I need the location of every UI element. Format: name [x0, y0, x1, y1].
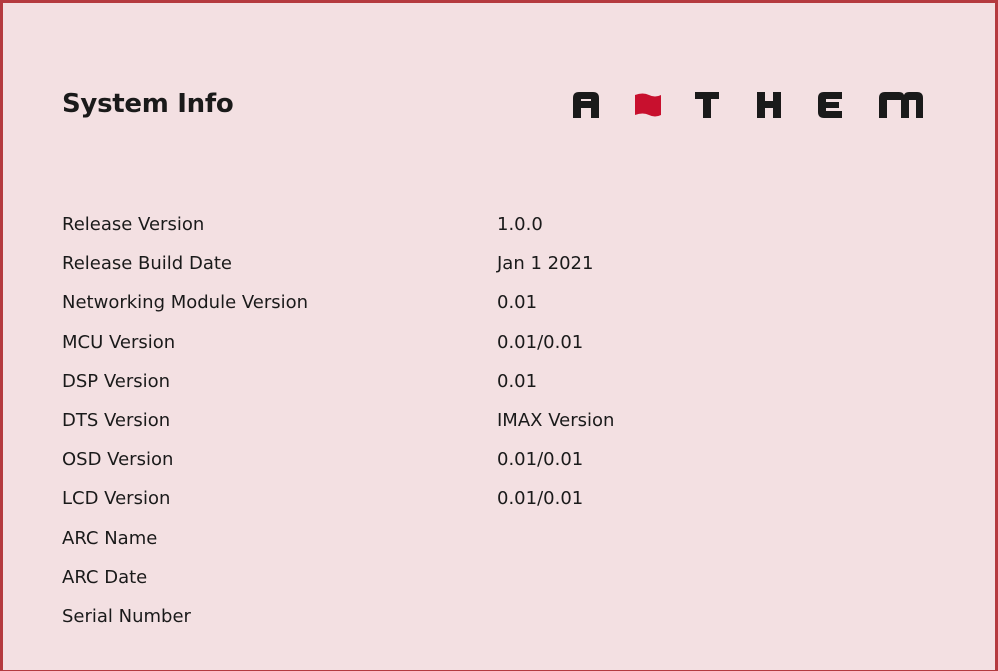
info-list: Release Version 1.0.0 Release Build Date… — [62, 205, 962, 636]
info-row-release-version: Release Version 1.0.0 — [62, 205, 962, 244]
info-row-dsp-version: DSP Version 0.01 — [62, 362, 962, 401]
info-row-serial-number: Serial Number — [62, 597, 962, 636]
info-row-networking-module-version: Networking Module Version 0.01 — [62, 283, 962, 322]
system-info-panel: System Info Release Version 1.0.0 Releas… — [0, 0, 998, 671]
info-row-lcd-version: LCD Version 0.01/0.01 — [62, 479, 962, 518]
page-title: System Info — [62, 89, 234, 119]
info-value: 0.01/0.01 — [497, 488, 584, 510]
info-label: DSP Version — [62, 370, 171, 392]
info-label: ARC Name — [62, 527, 158, 549]
info-label: Networking Module Version — [62, 292, 309, 314]
info-row-arc-date: ARC Date — [62, 558, 962, 597]
info-row-osd-version: OSD Version 0.01/0.01 — [62, 440, 962, 479]
info-label: Release Version — [62, 214, 205, 235]
info-value: IMAX Version — [497, 409, 615, 431]
info-value: Jan 1 2021 — [497, 253, 594, 275]
info-row-dts-version: DTS Version IMAX Version — [62, 401, 962, 440]
info-row-arc-name: ARC Name — [62, 519, 962, 558]
info-row-mcu-version: MCU Version 0.01/0.01 — [62, 323, 962, 362]
info-value: 0.01/0.01 — [497, 331, 584, 353]
info-value: 0.01/0.01 — [497, 449, 584, 471]
info-label: Release Build Date — [62, 253, 232, 275]
info-row-release-build-date: Release Build Date Jan 1 2021 — [62, 244, 962, 283]
info-value: 0.01 — [497, 292, 538, 314]
info-label: OSD Version — [62, 449, 174, 471]
info-value: 1.0.0 — [497, 214, 543, 235]
info-value: 0.01 — [497, 370, 538, 392]
info-label: DTS Version — [62, 409, 171, 431]
info-label: MCU Version — [62, 331, 176, 353]
info-label: LCD Version — [62, 488, 171, 510]
info-label: Serial Number — [62, 605, 191, 627]
info-label: ARC Date — [62, 566, 148, 588]
anthem-logo-icon — [573, 92, 923, 118]
